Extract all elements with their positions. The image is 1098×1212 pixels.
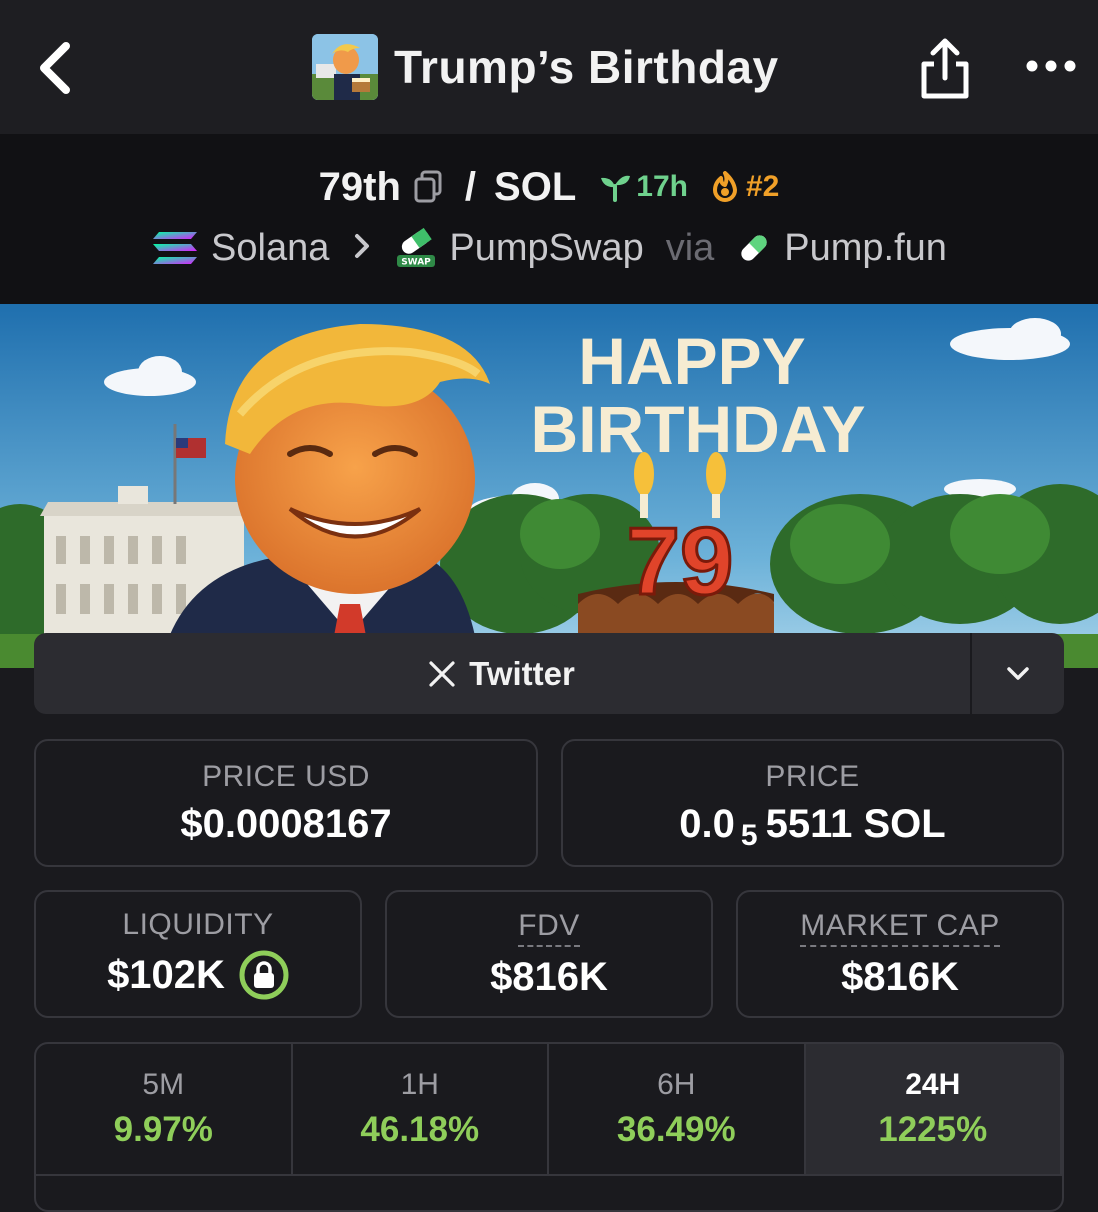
price-native-zero-count: 5 (740, 819, 758, 852)
stats-panel-divider (36, 1174, 1062, 1210)
chevron-right-icon (353, 227, 371, 270)
pumpswap-logo-icon: SWAP (397, 227, 436, 268)
solana-logo-icon (153, 232, 198, 264)
ellipsis-icon (1026, 60, 1076, 72)
token-title-group: Trump’s Birthday (312, 32, 779, 102)
launchpad-link[interactable]: Pump.fun (784, 227, 947, 270)
change-period: 5M (142, 1068, 185, 1101)
share-button[interactable] (916, 36, 974, 102)
market-cap-value: $816K (841, 954, 959, 999)
x-logo-icon (429, 660, 455, 687)
route-line: Solana SWAP PumpSwap via Pump.fun (0, 222, 1098, 274)
change-period: 24H (905, 1068, 961, 1101)
pumpfun-logo-icon (741, 235, 767, 261)
fdv-label: FDV (518, 909, 580, 947)
pair-header: 79th / SOL 17h #2 Solana SWAP PumpSwap v… (0, 134, 1098, 304)
seedling-icon (601, 175, 631, 202)
liquidity-label: LIQUIDITY (122, 908, 274, 941)
chevron-down-icon (1007, 666, 1029, 680)
market-cap-label: MARKET CAP (800, 909, 1000, 947)
price-usd-card: PRICE USD $0.0008167 (34, 739, 538, 867)
fdv-card[interactable]: FDV $816K (385, 890, 713, 1018)
lock-icon[interactable] (239, 950, 289, 1000)
quote-token-symbol: SOL (494, 164, 577, 209)
chain-link[interactable]: Solana (211, 227, 329, 270)
price-native-suffix: 5511 SOL (765, 801, 946, 846)
back-button[interactable] (30, 38, 80, 98)
liquidity-card: LIQUIDITY $102K (34, 890, 362, 1018)
social-links-row: Twitter (34, 633, 1064, 714)
change-tab-1h[interactable]: 1H 46.18% (293, 1044, 549, 1174)
trending-rank-text: #2 (745, 170, 780, 203)
twitter-label: Twitter (469, 654, 575, 692)
change-tab-6h[interactable]: 6H 36.49% (549, 1044, 806, 1174)
svg-text:SWAP: SWAP (402, 258, 432, 268)
price-native-card: PRICE 0.0 5 5511 SOL (561, 739, 1064, 867)
price-usd-value: $0.0008167 (180, 801, 392, 846)
change-period: 1H (400, 1068, 439, 1101)
price-change-tabs: 5M 9.97% 1H 46.18% 6H 36.49% 24H 1225% (34, 1042, 1064, 1212)
top-bar: Trump’s Birthday (0, 0, 1098, 134)
cake-number: 79 (627, 508, 734, 615)
page-title: Trump’s Birthday (394, 41, 779, 93)
pair-line: 79th / SOL 17h #2 (0, 162, 1098, 212)
change-value: 9.97% (113, 1110, 213, 1149)
via-label: via (665, 226, 715, 269)
liquidity-value-row: $102K (107, 950, 289, 1000)
chevron-left-icon (40, 42, 70, 94)
banner-line1: HAPPY (578, 324, 805, 398)
token-banner-image: HAPPY BIRTHDAY 79 (0, 304, 1098, 668)
social-links-dropdown-button[interactable] (970, 633, 1064, 714)
pair-age-text: 17h (636, 170, 688, 203)
pair-age: 17h (598, 170, 688, 204)
change-tab-24h[interactable]: 24H 1225% (805, 1044, 1062, 1174)
trending-rank[interactable]: #2 (710, 170, 779, 204)
more-options-button[interactable] (1022, 46, 1082, 86)
change-tab-5m[interactable]: 5M 9.97% (36, 1044, 293, 1174)
change-value: 36.49% (616, 1110, 736, 1149)
flame-icon (712, 171, 737, 202)
change-period: 6H (657, 1068, 696, 1101)
share-icon (921, 38, 969, 99)
banner-line2: BIRTHDAY (531, 392, 866, 466)
market-cap-card[interactable]: MARKET CAP $816K (736, 890, 1064, 1018)
base-token-symbol: 79th (318, 164, 401, 209)
copy-icon[interactable] (413, 170, 443, 204)
price-native-label: PRICE (765, 759, 860, 793)
twitter-link-button[interactable]: Twitter (34, 633, 970, 714)
liquidity-value: $102K (107, 952, 225, 997)
change-value: 46.18% (360, 1110, 480, 1149)
price-usd-label: PRICE USD (202, 759, 370, 793)
fdv-value: $816K (490, 954, 608, 999)
dex-link[interactable]: PumpSwap (449, 227, 643, 270)
price-native-value: 0.0 5 5511 SOL (679, 801, 946, 853)
price-native-prefix: 0.0 (679, 801, 735, 846)
pair-separator: / (464, 164, 477, 209)
token-avatar (312, 34, 378, 100)
change-value: 1225% (878, 1110, 988, 1149)
